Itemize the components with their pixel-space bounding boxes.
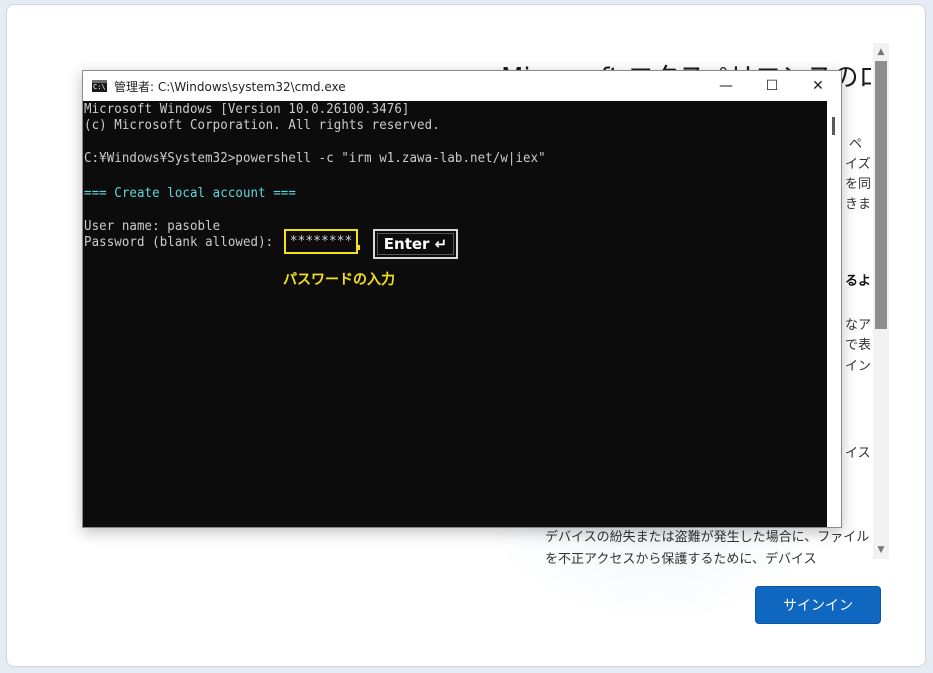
text-fragment: なア: [845, 318, 872, 333]
cmd-window-title: 管理者: C:\Windows\system32\cmd.exe: [114, 79, 346, 94]
text-fragment: で表: [845, 338, 872, 353]
console-line: (c) Microsoft Corporation. All rights re…: [84, 117, 440, 133]
console-line: Password (blank allowed):: [84, 234, 281, 250]
cmd-titlebar[interactable]: C:\ 管理者: C:\Windows\system32\cmd.exe — ☐…: [83, 71, 841, 101]
text-fragment: きま: [845, 197, 872, 212]
scroll-thumb[interactable]: [875, 61, 887, 329]
cmd-app-icon: C:\: [92, 80, 107, 92]
text-fragment: イズ: [845, 157, 871, 172]
text-fragment: ペ: [849, 137, 863, 152]
console-output[interactable]: Microsoft Windows [Version 10.0.26100.34…: [83, 101, 827, 527]
password-highlight: ********: [284, 229, 358, 254]
cmd-scroll-thumb[interactable]: [832, 117, 835, 135]
console-line: === Create local account ===: [84, 185, 296, 201]
scroll-down-icon[interactable]: ▼: [873, 543, 889, 557]
description-text: デバイスの紛失または盗難が発生した場合に、ファイルを不正アクセスから保護するため…: [545, 530, 870, 567]
console-line: Microsoft Windows [Version 10.0.26100.34…: [84, 101, 410, 117]
scroll-up-icon[interactable]: ▲: [873, 45, 889, 59]
console-line: User name: pasoble: [84, 218, 221, 234]
cmd-window[interactable]: C:\ 管理者: C:\Windows\system32\cmd.exe — ☐…: [82, 70, 842, 528]
enter-key-icon: Enter ↵: [373, 229, 458, 259]
close-button[interactable]: ✕: [795, 71, 841, 101]
minimize-button[interactable]: —: [703, 71, 749, 101]
text-fragment: を同: [845, 177, 872, 192]
signin-button[interactable]: サインイン: [755, 586, 881, 624]
cmd-scrollbar[interactable]: [827, 101, 841, 527]
text-fragment: イス: [845, 446, 871, 461]
annotation-caption: パスワードの入力: [283, 272, 395, 288]
text-fragment: イン: [845, 359, 872, 374]
maximize-button[interactable]: ☐: [749, 71, 795, 101]
console-line: C:¥Windows¥System32>powershell -c "irm w…: [84, 150, 546, 166]
text-cursor: [356, 245, 360, 250]
oobe-scrollbar[interactable]: ▲ ▼: [873, 43, 889, 559]
section-heading-fragment: るよ: [845, 274, 872, 289]
